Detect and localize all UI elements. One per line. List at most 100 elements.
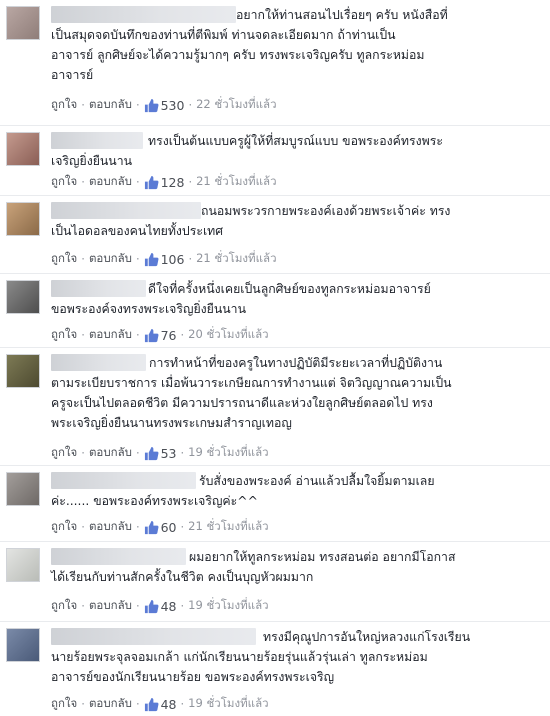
thumbs-up-icon	[144, 520, 159, 534]
like-count-button[interactable]: 530	[144, 97, 185, 113]
separator-dot: ·	[81, 328, 85, 342]
like-count: 60	[160, 519, 177, 535]
avatar[interactable]	[6, 354, 40, 388]
comment: ดีใจที่ครั้งหนึ่งเคยเป็นลูกศิษย์ของทูลกร…	[0, 274, 550, 348]
avatar[interactable]	[6, 472, 40, 506]
separator-dot: ·	[135, 175, 140, 189]
separator-dot: ·	[81, 175, 85, 189]
separator-dot: ·	[81, 98, 85, 112]
thumbs-up-icon	[144, 697, 159, 711]
separator-dot: ·	[81, 252, 85, 266]
reply-link[interactable]: ตอบกลับ	[89, 326, 132, 344]
thumbs-up-icon	[144, 98, 159, 112]
separator-dot: ·	[81, 446, 85, 460]
reply-link[interactable]: ตอบกลับ	[89, 597, 132, 615]
thumbs-up-icon	[144, 175, 159, 189]
avatar[interactable]	[6, 6, 40, 40]
like-count: 48	[160, 598, 177, 614]
comment-actions: ถูกใจ · ตอบกลับ · 53 · 19 ชั่วโมงที่แล้ว	[51, 444, 269, 462]
timestamp[interactable]: 22 ชั่วโมงที่แล้ว	[196, 96, 276, 114]
comment-text: การทำหน้าที่ของครูในทางปฏิบัติมีระยะเวลา…	[51, 356, 452, 430]
comment: ทรงเป็นต้นแบบครูผู้ให้ที่สมบูรณ์แบบ ขอพร…	[0, 126, 550, 196]
separator-dot: ·	[81, 599, 85, 613]
thumbs-up-icon	[144, 252, 159, 266]
comment-text: ผมอยากให้ทูลกระหม่อม ทรงสอนต่อ อยากมีโอก…	[51, 550, 456, 584]
separator-dot: ·	[180, 446, 185, 460]
avatar[interactable]	[6, 202, 40, 236]
avatar[interactable]	[6, 628, 40, 662]
comment: อยากให้ท่านสอนไปเรื่อยๆ ครับ หนังสือที่ …	[0, 0, 550, 126]
comment-text: ทรงมีคุณูปการอันใหญ่หลวงแก่โรงเรียน นายร…	[51, 630, 471, 684]
reply-link[interactable]: ตอบกลับ	[89, 444, 132, 462]
comment-actions: ถูกใจ · ตอบกลับ · 48 · 19 ชั่วโมงที่แล้ว	[51, 597, 269, 615]
reply-link[interactable]: ตอบกลับ	[89, 250, 132, 268]
reply-link[interactable]: ตอบกลับ	[89, 96, 132, 114]
comment-text: อยากให้ท่านสอนไปเรื่อยๆ ครับ หนังสือที่ …	[51, 8, 448, 82]
comment-text: ทรงเป็นต้นแบบครูผู้ให้ที่สมบูรณ์แบบ ขอพร…	[51, 134, 443, 168]
timestamp[interactable]: 21 ชั่วโมงที่แล้ว	[196, 173, 276, 191]
separator-dot: ·	[180, 328, 185, 342]
like-count-button[interactable]: 53	[144, 446, 177, 461]
like-count-button[interactable]: 48	[144, 599, 177, 614]
separator-dot: ·	[135, 98, 140, 112]
separator-dot: ·	[135, 446, 140, 460]
separator-dot: ·	[135, 599, 140, 613]
reply-link[interactable]: ตอบกลับ	[89, 518, 132, 536]
reply-link[interactable]: ตอบกลับ	[89, 173, 132, 191]
comment-actions: ถูกใจ · ตอบกลับ · 530 · 22 ชั่วโมงที่แล้…	[51, 96, 277, 114]
separator-dot: ·	[135, 252, 140, 266]
like-link[interactable]: ถูกใจ	[51, 695, 77, 713]
like-count-button[interactable]: 128	[144, 174, 185, 190]
timestamp[interactable]: 21 ชั่วโมงที่แล้ว	[196, 250, 276, 268]
like-count-button[interactable]: 60	[144, 520, 177, 535]
separator-dot: ·	[180, 697, 185, 711]
separator-dot: ·	[180, 520, 185, 534]
comment-actions: ถูกใจ · ตอบกลับ · 60 · 21 ชั่วโมงที่แล้ว	[51, 518, 269, 536]
comment-list: อยากให้ท่านสอนไปเรื่อยๆ ครับ หนังสือที่ …	[0, 0, 550, 716]
like-link[interactable]: ถูกใจ	[51, 250, 77, 268]
comment-text: ดีใจที่ครั้งหนึ่งเคยเป็นลูกศิษย์ของทูลกร…	[51, 282, 431, 316]
like-link[interactable]: ถูกใจ	[51, 173, 77, 191]
separator-dot: ·	[135, 520, 140, 534]
timestamp[interactable]: 19 ชั่วโมงที่แล้ว	[188, 695, 268, 713]
thumbs-up-icon	[144, 446, 159, 460]
like-count: 48	[160, 696, 177, 712]
separator-dot: ·	[188, 175, 193, 189]
timestamp[interactable]: 21 ชั่วโมงที่แล้ว	[188, 518, 268, 536]
like-link[interactable]: ถูกใจ	[51, 96, 77, 114]
comment-text: ถนอมพระวรกายพระองค์เองด้วยพระเจ้าค่ะ ทรง…	[51, 204, 451, 238]
like-link[interactable]: ถูกใจ	[51, 518, 77, 536]
comment: ถนอมพระวรกายพระองค์เองด้วยพระเจ้าค่ะ ทรง…	[0, 196, 550, 274]
separator-dot: ·	[188, 98, 193, 112]
avatar[interactable]	[6, 548, 40, 582]
comment: ทรงมีคุณูปการอันใหญ่หลวงแก่โรงเรียน นายร…	[0, 622, 550, 716]
separator-dot: ·	[188, 252, 193, 266]
like-count-button[interactable]: 76	[144, 328, 177, 343]
like-count: 530	[160, 97, 185, 113]
thumbs-up-icon	[144, 328, 159, 342]
comment-actions: ถูกใจ · ตอบกลับ · 76 · 20 ชั่วโมงที่แล้ว	[51, 326, 269, 344]
separator-dot: ·	[135, 328, 140, 342]
comment: การทำหน้าที่ของครูในทางปฏิบัติมีระยะเวลา…	[0, 348, 550, 466]
comment: รับสั่งของพระองค์ อ่านแล้วปลื้มใจยิ้มตาม…	[0, 466, 550, 542]
like-count: 76	[160, 327, 177, 343]
timestamp[interactable]: 19 ชั่วโมงที่แล้ว	[188, 444, 268, 462]
comment-actions: ถูกใจ · ตอบกลับ · 128 · 21 ชั่วโมงที่แล้…	[51, 173, 277, 191]
like-count-button[interactable]: 48	[144, 697, 177, 712]
timestamp[interactable]: 19 ชั่วโมงที่แล้ว	[188, 597, 268, 615]
like-count: 53	[160, 445, 177, 461]
timestamp[interactable]: 20 ชั่วโมงที่แล้ว	[188, 326, 268, 344]
comment-text: รับสั่งของพระองค์ อ่านแล้วปลื้มใจยิ้มตาม…	[51, 474, 435, 508]
avatar[interactable]	[6, 132, 40, 166]
thumbs-up-icon	[144, 599, 159, 613]
like-link[interactable]: ถูกใจ	[51, 326, 77, 344]
like-link[interactable]: ถูกใจ	[51, 597, 77, 615]
like-count-button[interactable]: 106	[144, 252, 184, 267]
separator-dot: ·	[180, 599, 185, 613]
like-count: 128	[160, 174, 185, 190]
reply-link[interactable]: ตอบกลับ	[89, 695, 132, 713]
separator-dot: ·	[81, 520, 85, 534]
comment-actions: ถูกใจ · ตอบกลับ · 48 · 19 ชั่วโมงที่แล้ว	[51, 695, 269, 713]
avatar[interactable]	[6, 280, 40, 314]
like-link[interactable]: ถูกใจ	[51, 444, 77, 462]
